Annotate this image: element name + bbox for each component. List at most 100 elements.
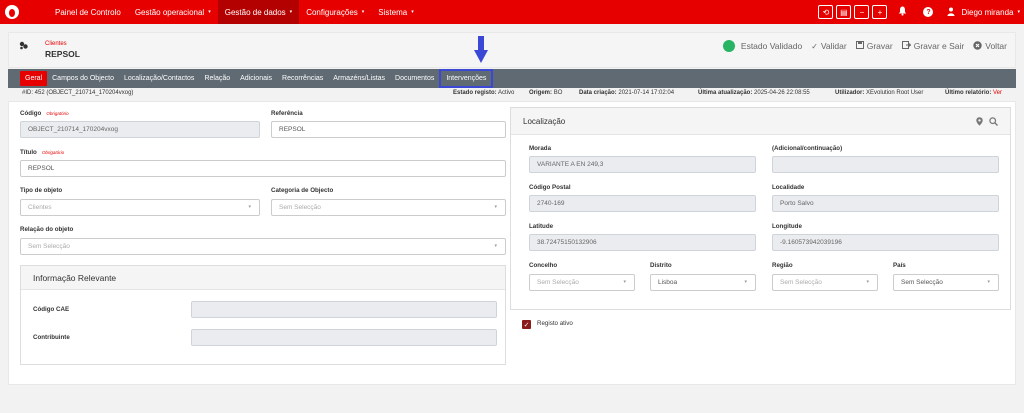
tab-interventions[interactable]: Intervenções	[439, 69, 494, 88]
chevron-down-icon: ▾	[494, 204, 497, 210]
save-button[interactable]: Gravar	[855, 41, 893, 51]
region-select[interactable]: Sem Selecção ▾	[772, 274, 878, 291]
district-select[interactable]: Lisboa ▾	[650, 274, 756, 291]
tab-additional[interactable]: Adicionais	[235, 69, 277, 88]
chevron-down-icon: ▾	[744, 279, 747, 285]
address-extra-field[interactable]	[772, 156, 999, 173]
nav-data-management[interactable]: Gestão de dados ▾	[217, 0, 300, 24]
save-label: Gravar	[866, 41, 893, 51]
tab-warehouses-lists[interactable]: Armazéns/Listas	[328, 69, 390, 88]
address-value: VARIANTE A EN 249,3	[537, 161, 604, 168]
code-label: Código Obrigatório	[20, 110, 69, 117]
record-origin: Origem: BO	[529, 90, 562, 96]
object-type-label: Tipo de objeto	[20, 187, 63, 194]
chat-button[interactable]: ⟲	[818, 5, 834, 19]
object-category-value: Sem Selecção	[279, 204, 321, 211]
nav-operational-management[interactable]: Gestão operacional ▾	[128, 0, 218, 24]
object-category-label: Categoria de Objecto	[271, 187, 334, 194]
record-created-label: Data criação:	[579, 90, 617, 96]
tab-general[interactable]: Geral	[20, 71, 48, 86]
main-panel: Código Obrigatório OBJECT_210714_170204vx…	[8, 101, 1016, 385]
title-label: Título Obrigatório	[20, 149, 64, 156]
active-record-checkbox[interactable]: ✓	[522, 320, 531, 329]
county-select[interactable]: Sem Selecção ▾	[529, 274, 635, 291]
zoom-out-button[interactable]: −	[854, 5, 870, 19]
address-field[interactable]: VARIANTE A EN 249,3	[529, 156, 756, 173]
tab-recurrences[interactable]: Recorrências	[277, 69, 328, 88]
record-id: #ID: 452 (OBJECT_210714_170204vxog)	[22, 90, 134, 96]
back-button[interactable]: Voltar	[973, 40, 1007, 52]
user-menu[interactable]: Diego miranda ▾	[947, 7, 1020, 18]
latitude-field[interactable]: 38.72475150132906	[529, 234, 756, 251]
nav-dashboard[interactable]: Painel de Controlo	[48, 0, 128, 24]
tab-documents[interactable]: Documentos	[390, 69, 439, 88]
tab-location-contacts-label: Localização/Contactos	[124, 75, 195, 82]
nav-system[interactable]: Sistema ▾	[371, 0, 420, 24]
entity-type[interactable]: Clientes	[45, 41, 67, 47]
taxpayer-label: Contribuinte	[33, 334, 70, 341]
view-report-link[interactable]: Ver	[993, 90, 1002, 96]
record-tabs: Geral Campos do Objecto Localização/Cont…	[8, 69, 1016, 88]
cae-field[interactable]	[191, 301, 497, 318]
object-category-select[interactable]: Sem Selecção ▾	[271, 199, 506, 216]
zoom-in-button[interactable]: +	[872, 5, 888, 19]
validate-label: Validar	[820, 41, 847, 51]
locality-field[interactable]: Porto Salvo	[772, 195, 999, 212]
tab-documents-label: Documentos	[395, 75, 435, 82]
user-name: Diego miranda	[961, 7, 1014, 17]
plus-icon: +	[877, 7, 883, 17]
status-label: Estado Validado	[740, 41, 803, 51]
region-value: Sem Selecção	[780, 279, 822, 286]
tab-additional-label: Adicionais	[240, 75, 273, 82]
tab-relation[interactable]: Relação	[199, 69, 235, 88]
user-icon	[947, 7, 955, 18]
district-value: Lisboa	[658, 279, 678, 286]
tab-location-contacts[interactable]: Localização/Contactos	[119, 69, 199, 88]
address-label: Morada	[529, 145, 552, 152]
object-type-select[interactable]: Clientes ▾	[20, 199, 260, 216]
record-state-value: Activo	[498, 90, 515, 96]
nav-data-management-label: Gestão de dados	[224, 7, 286, 17]
required-hint: Obrigatório	[46, 111, 69, 116]
country-select[interactable]: Sem Selecção ▾	[893, 274, 999, 291]
postal-code-field[interactable]: 2740-169	[529, 195, 756, 212]
check-icon: ✓	[523, 321, 530, 329]
longitude-field[interactable]: -9.160573942039196	[772, 234, 999, 251]
validate-button[interactable]: ✓ Validar	[811, 41, 847, 51]
code-field[interactable]: OBJECT_210714_170204vxog	[20, 121, 260, 138]
screen-button[interactable]: ▤	[836, 5, 852, 19]
title-value: REPSOL	[28, 165, 55, 172]
locality-label: Localidade	[772, 184, 805, 191]
reference-field[interactable]: REPSOL	[271, 121, 506, 138]
save-exit-icon	[901, 41, 911, 51]
nav-settings-label: Configurações	[306, 7, 358, 17]
nav-settings[interactable]: Configurações ▾	[299, 0, 371, 24]
object-relation-select[interactable]: Sem Selecção ▾	[20, 238, 506, 255]
record-updated-value: 2025-04-26 22:08:55	[754, 90, 810, 96]
chat-icon: ⟲	[822, 7, 830, 17]
record-report: Último relatório: Ver	[945, 90, 1002, 96]
back-circle-icon	[973, 40, 982, 52]
district-label: Distrito	[650, 262, 672, 269]
map-pin-icon[interactable]	[976, 117, 985, 128]
county-label: Concelho	[529, 262, 558, 269]
record-origin-value: BO	[553, 90, 563, 96]
nav-dashboard-label: Painel de Controlo	[55, 7, 121, 17]
tab-object-fields[interactable]: Campos do Objecto	[47, 69, 119, 88]
cae-label: Código CAE	[33, 306, 70, 313]
record-state-label: Estado registo:	[453, 90, 497, 96]
title-field[interactable]: REPSOL	[20, 160, 506, 177]
country-value: Sem Selecção	[901, 279, 943, 286]
main-nav: Painel de Controlo Gestão operacional ▾ G…	[48, 0, 421, 24]
tab-warehouses-lists-label: Armazéns/Listas	[333, 75, 386, 82]
bell-icon[interactable]	[898, 6, 907, 18]
record-origin-label: Origem:	[529, 90, 553, 96]
search-icon[interactable]	[989, 117, 998, 128]
help-icon[interactable]: ?	[923, 7, 934, 17]
vodafone-logo-icon[interactable]	[0, 0, 24, 24]
locality-value: Porto Salvo	[780, 200, 814, 207]
save-exit-button[interactable]: Gravar e Sair	[901, 41, 964, 51]
nav-system-label: Sistema	[378, 7, 408, 17]
chevron-down-icon: ▾	[866, 279, 869, 285]
taxpayer-field[interactable]	[191, 329, 497, 346]
